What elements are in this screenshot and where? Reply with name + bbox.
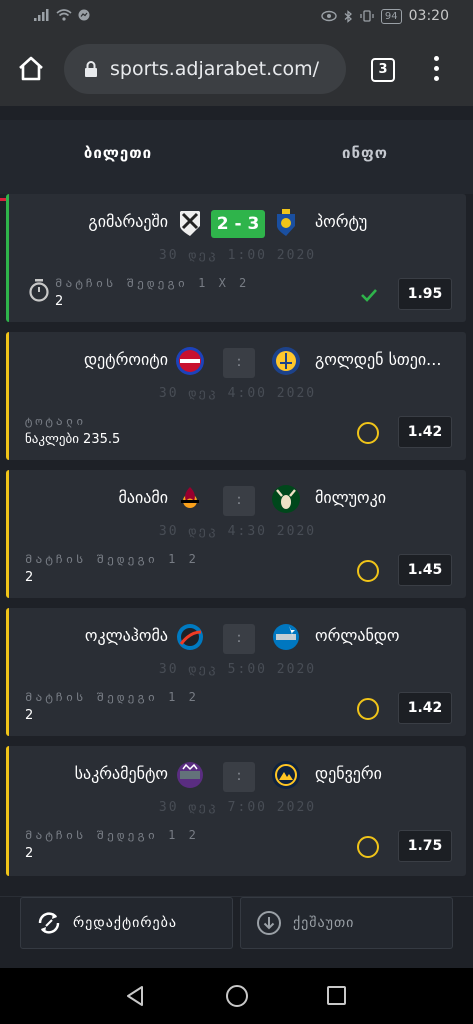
selection: 2: [55, 294, 64, 309]
away-team: გოლდენ სთეი...: [315, 350, 442, 369]
kings-logo-icon: [177, 762, 203, 788]
selection: 2: [25, 708, 34, 723]
bet-card: ოკლაჰომა : ორლანდო 30 დეკ 5:00 2020 მატჩ…: [6, 608, 466, 736]
status-icons-left: [34, 9, 90, 21]
odd-value: 1.42: [398, 692, 452, 724]
home-team: მაიამი: [118, 488, 168, 507]
eye-icon: [321, 10, 337, 22]
bet-card: საკრამენტო : დენვერი 30 დეკ 7:00 2020 მა…: [6, 746, 466, 876]
score-placeholder: :: [223, 624, 255, 654]
thunder-logo-icon: [177, 624, 203, 650]
edit-button[interactable]: რედაქტირება: [20, 897, 233, 949]
heat-logo-icon: [181, 487, 199, 508]
checkmark-icon: [361, 289, 377, 302]
system-navigation-bar: [0, 968, 473, 1024]
tab-ticket[interactable]: ბილეთი: [0, 120, 236, 194]
guimaraes-logo-icon: [180, 211, 200, 236]
recent-apps-icon[interactable]: [327, 986, 346, 1005]
odd-value: 1.45: [398, 554, 452, 586]
bottom-actions: რედაქტირება ქეშაუთი: [0, 896, 473, 968]
bet-card: მაიამი : მილუოკი 30 დეკ 4:30 2020 მატჩის…: [6, 470, 466, 598]
url-text: sports.adjarabet.com/: [110, 58, 320, 80]
odd-value: 1.75: [398, 830, 452, 862]
pending-status-icon: [357, 836, 379, 858]
bet-card: გიმარაეში 2 - 3 პორტუ 30 დეკ 1:00 2020 მ…: [6, 194, 466, 322]
score-placeholder: :: [223, 348, 255, 378]
edit-label: რედაქტირება: [73, 915, 178, 931]
home-nav-icon[interactable]: [226, 985, 248, 1007]
lock-icon: [85, 61, 97, 77]
clock: 03:20: [408, 8, 449, 24]
battery-indicator: 94: [380, 8, 402, 24]
bet-card: დეტროიტი : გოლდენ სთეი... 30 დეკ 4:00 20…: [6, 332, 466, 460]
pending-status-icon: [357, 698, 379, 720]
away-team: მილუოკი: [315, 488, 387, 507]
pending-status-icon: [357, 422, 379, 444]
betslip-app: ბილეთი ინფო გიმარაეში 2 - 3 პორტუ 30 დეკ…: [0, 106, 473, 968]
market-name: მატჩის შედეგი 1 2: [25, 690, 199, 704]
match-row: მაიამი : მილუოკი: [9, 470, 466, 532]
pistons-logo-icon: [176, 347, 204, 375]
tab-info[interactable]: ინფო: [247, 120, 473, 194]
cashout-button[interactable]: ქეშაუთი: [240, 897, 453, 949]
home-icon[interactable]: [16, 54, 46, 84]
odd-value: 1.95: [398, 278, 452, 310]
cashout-label: ქეშაუთი: [293, 915, 355, 931]
selection: ნაკლები 235.5: [25, 432, 121, 447]
magic-logo-icon: [273, 624, 299, 650]
match-date: 30 დეკ 4:00 2020: [158, 386, 317, 401]
signal-icon: [34, 9, 49, 21]
home-team: ოკლაჰომა: [84, 626, 168, 645]
warriors-logo-icon: [272, 347, 300, 375]
odd-value: 1.42: [398, 416, 452, 448]
home-team: დეტროიტი: [83, 350, 168, 369]
bucks-logo-icon: [272, 485, 300, 513]
market-name: მატჩის შედეგი 1 X 2: [55, 276, 250, 290]
score-placeholder: :: [223, 486, 255, 516]
score-placeholder: :: [223, 762, 255, 792]
away-team: ორლანდო: [315, 626, 400, 645]
address-bar[interactable]: sports.adjarabet.com/: [64, 44, 346, 94]
match-row: დეტროიტი : გოლდენ სთეი...: [9, 332, 466, 394]
market-name: მატჩის შედეგი 1 2: [25, 552, 199, 566]
selection: 2: [25, 570, 34, 585]
nuggets-logo-icon: [272, 761, 300, 789]
download-circle-icon: [257, 911, 281, 935]
home-team: გიმარაეში: [88, 212, 168, 231]
status-bar: 94 03:20: [0, 0, 473, 34]
match-date: 30 დეკ 1:00 2020: [158, 248, 317, 263]
market-name: მატჩის შედეგი 1 2: [25, 828, 199, 842]
home-team: საკრამენტო: [74, 764, 168, 783]
match-row: გიმარაეში 2 - 3 პორტუ: [9, 194, 466, 256]
selection: 2: [25, 846, 34, 861]
browser-toolbar: sports.adjarabet.com/ 3: [0, 34, 473, 106]
timer-icon: [29, 279, 49, 302]
vibrate-icon: [360, 10, 374, 22]
tab-bar: ბილეთი ინფო: [0, 120, 473, 201]
match-row: ოკლაჰომა : ორლანდო: [9, 608, 466, 670]
away-team: პორტუ: [315, 212, 368, 231]
bluetooth-icon: [344, 9, 352, 23]
porto-logo-icon: [277, 209, 295, 236]
overflow-menu-icon[interactable]: [428, 56, 444, 84]
wifi-icon: [56, 9, 72, 21]
match-date: 30 დეკ 7:00 2020: [158, 800, 317, 815]
match-row: საკრამენტო : დენვერი: [9, 746, 466, 808]
market-name: ტოტალი: [25, 414, 87, 428]
refresh-edit-icon: [38, 912, 60, 934]
back-icon[interactable]: [124, 985, 146, 1007]
messenger-icon: [78, 9, 90, 21]
away-team: დენვერი: [315, 764, 382, 783]
tab-switcher-button[interactable]: 3: [371, 58, 395, 82]
match-date: 30 დეკ 4:30 2020: [158, 524, 317, 539]
pending-status-icon: [357, 560, 379, 582]
match-score: 2 - 3: [211, 210, 265, 238]
match-date: 30 დეკ 5:00 2020: [158, 662, 317, 677]
status-icons-right: 94 03:20: [321, 8, 449, 24]
